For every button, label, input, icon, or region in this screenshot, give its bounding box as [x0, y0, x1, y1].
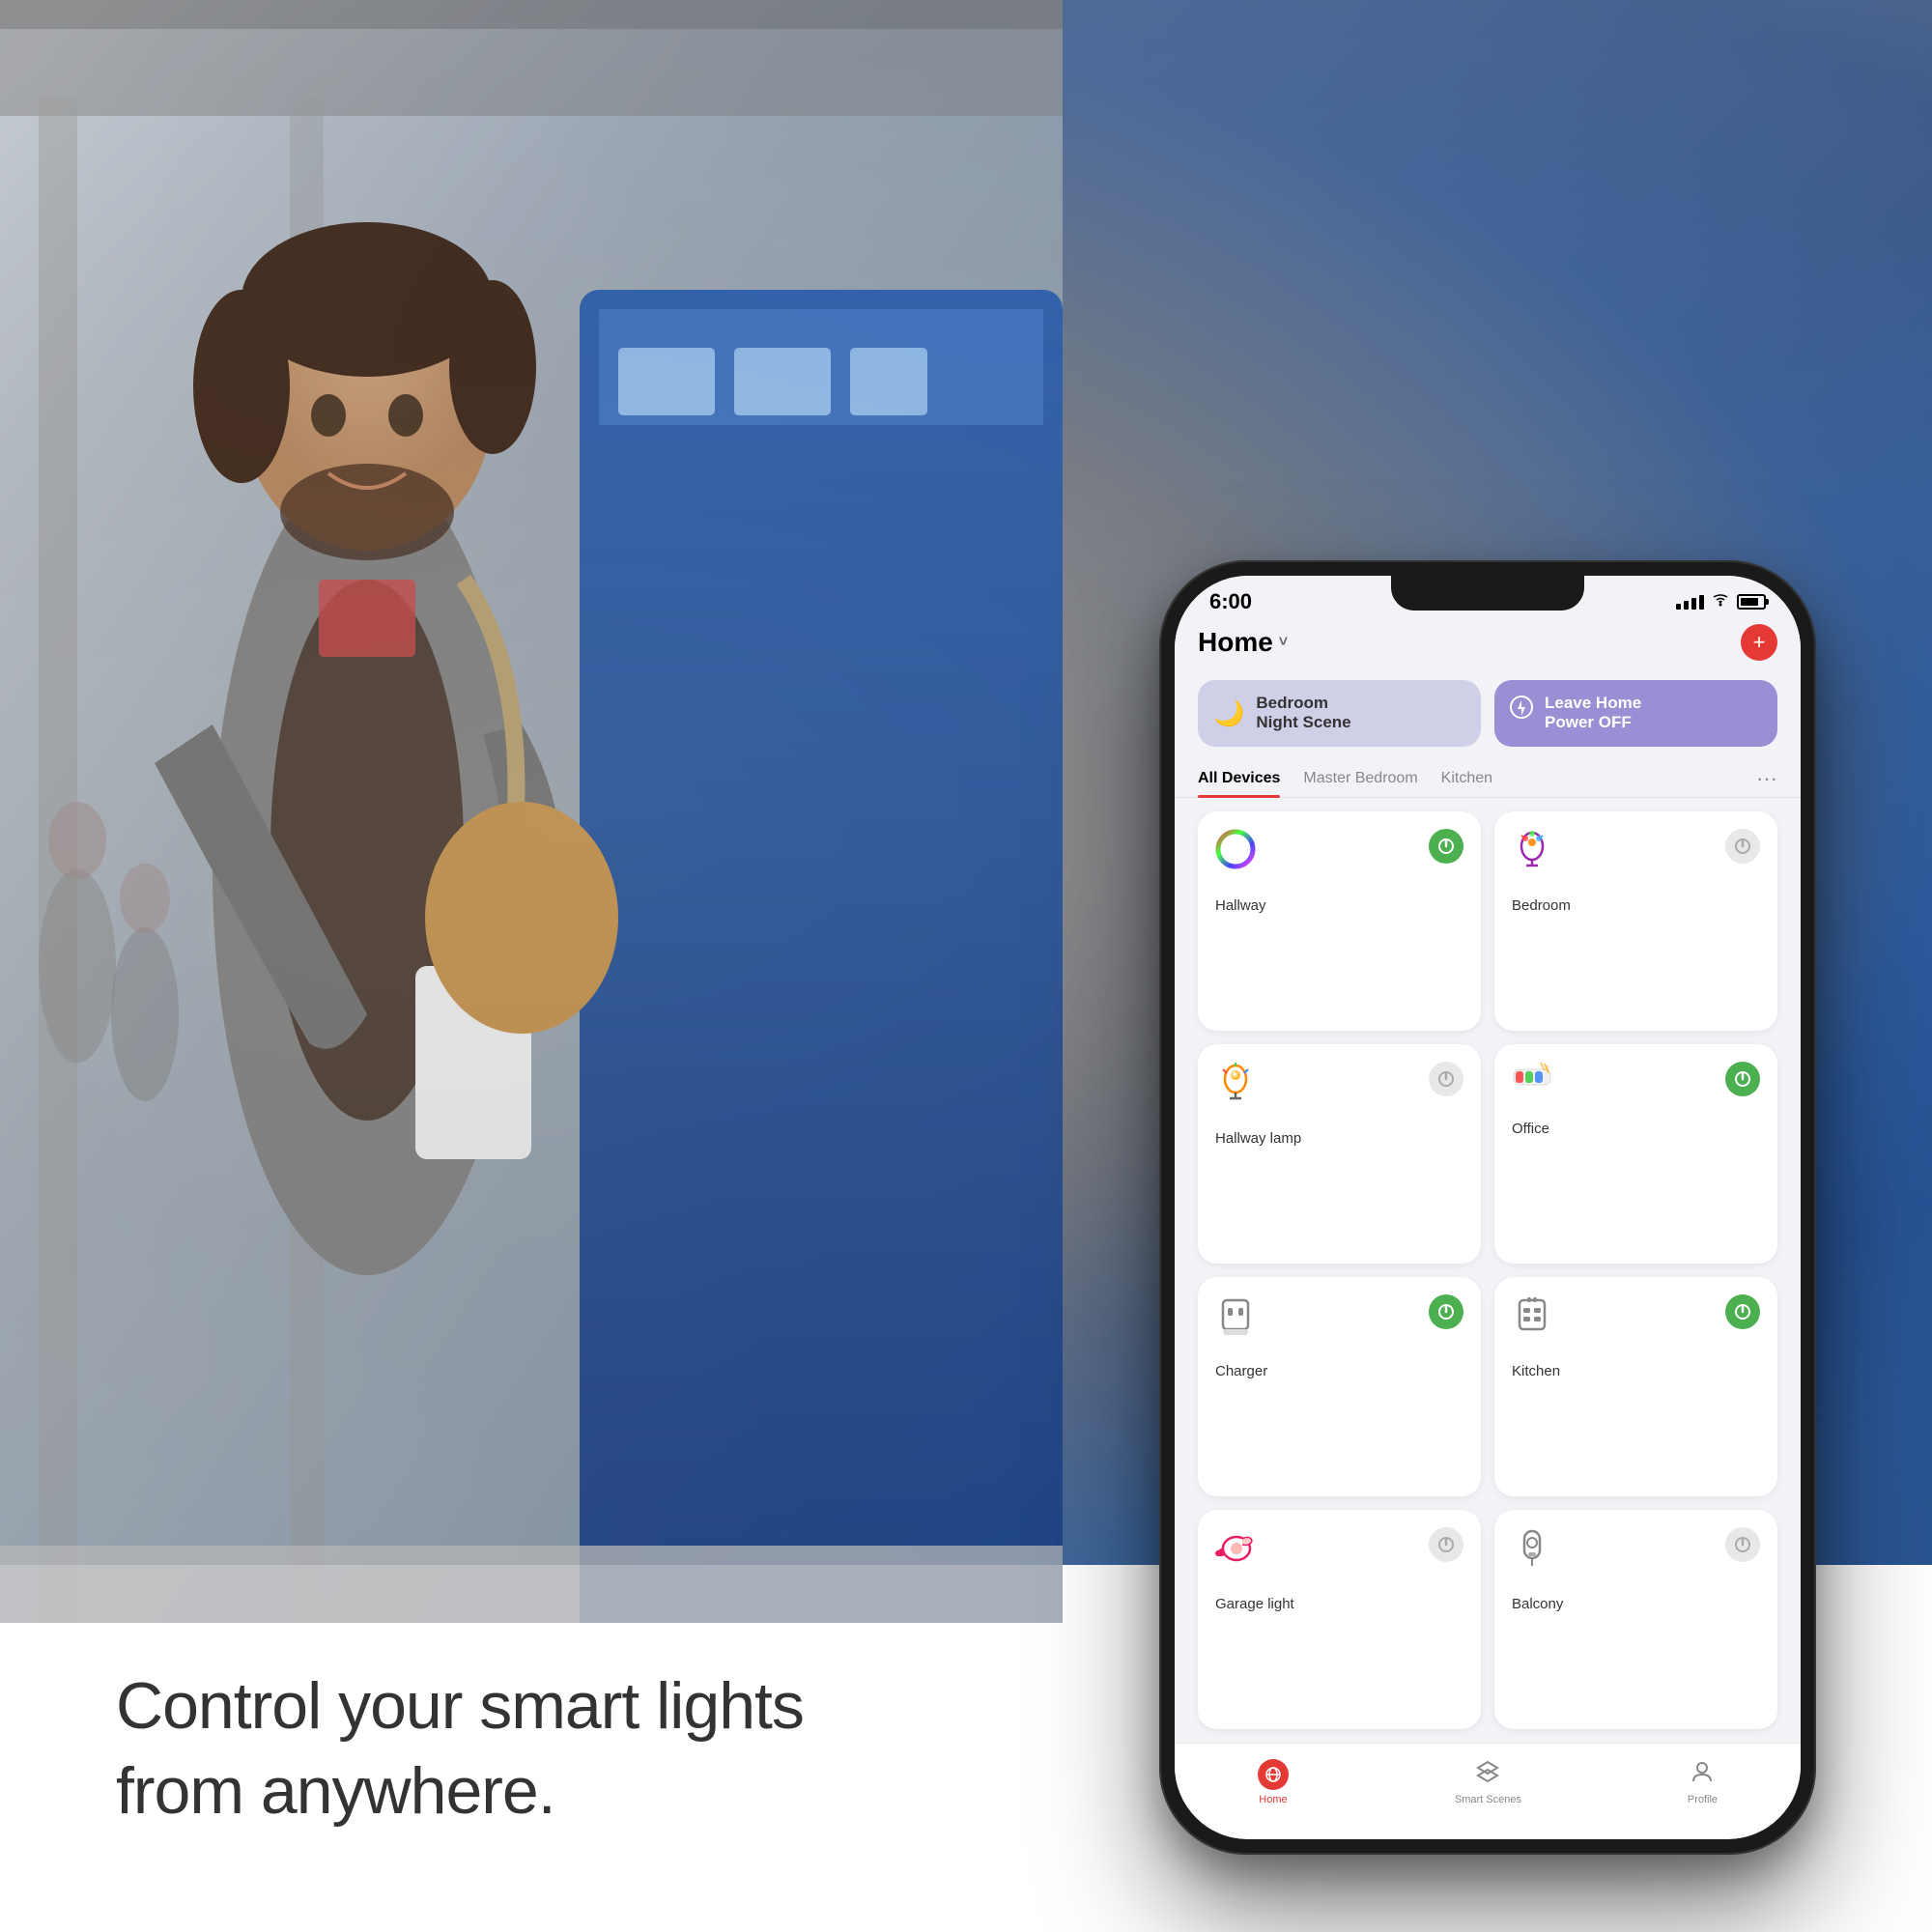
tab-master-bedroom[interactable]: Master Bedroom: [1303, 760, 1417, 797]
tab-kitchen[interactable]: Kitchen: [1441, 760, 1492, 797]
device-card-office[interactable]: Office: [1494, 1044, 1777, 1264]
tabs-bar: All Devices Master Bedroom Kitchen ···: [1175, 760, 1801, 798]
bedroom-power-btn[interactable]: [1725, 829, 1760, 864]
hallway-name: Hallway: [1215, 897, 1463, 914]
globe-home-icon: [1258, 1759, 1289, 1790]
tagline-line2: from anywhere.: [116, 1754, 555, 1828]
bedroom-night-scene-button[interactable]: 🌙 BedroomNight Scene: [1198, 680, 1481, 747]
nav-profile-label: Profile: [1688, 1794, 1718, 1805]
garage-light-power-btn[interactable]: [1429, 1527, 1463, 1562]
layers-icon: [1475, 1759, 1500, 1790]
tabs-more-icon[interactable]: ···: [1756, 766, 1777, 791]
app-content: Home ˅ + 🌙 BedroomNight Scene: [1175, 614, 1801, 1830]
hallway-lamp-power-btn[interactable]: [1429, 1062, 1463, 1096]
scene-buttons-row: 🌙 BedroomNight Scene Leave HomePower OFF: [1175, 670, 1801, 760]
nav-home-label: Home: [1259, 1794, 1287, 1805]
office-power-btn[interactable]: [1725, 1062, 1760, 1096]
phone-notch: [1391, 576, 1584, 611]
person-icon: [1690, 1759, 1715, 1790]
main-container: Control your smart lights from anywhere.…: [0, 0, 1932, 1932]
wifi-icon: [1712, 593, 1729, 611]
charger-power-btn[interactable]: [1429, 1294, 1463, 1329]
lightning-icon: [1510, 696, 1533, 731]
signal-bar-2: [1684, 601, 1689, 610]
status-icons: [1676, 593, 1766, 611]
tagline-text: Control your smart lights from anywhere.: [116, 1663, 804, 1834]
nav-profile[interactable]: Profile: [1688, 1759, 1718, 1805]
device-card-balcony[interactable]: Balcony: [1494, 1510, 1777, 1729]
signal-bar-3: [1691, 598, 1696, 610]
hallway-power-btn[interactable]: [1429, 829, 1463, 864]
garage-light-name: Garage light: [1215, 1596, 1463, 1612]
device-grid: Hallway: [1175, 798, 1801, 1743]
office-name: Office: [1512, 1121, 1760, 1137]
nav-smart-scenes[interactable]: Smart Scenes: [1455, 1759, 1521, 1805]
device-card-garage-light[interactable]: Garage light: [1198, 1510, 1481, 1729]
home-title-text: Home: [1198, 627, 1273, 658]
charger-name: Charger: [1215, 1363, 1463, 1379]
kitchen-name: Kitchen: [1512, 1363, 1760, 1379]
signal-bar-1: [1676, 604, 1681, 610]
leave-home-power-off-button[interactable]: Leave HomePower OFF: [1494, 680, 1777, 747]
charger-icon: [1215, 1294, 1256, 1340]
phone-mockup: 6:00: [1159, 560, 1816, 1855]
bedroom-icon: [1512, 829, 1552, 874]
device-card-hallway-lamp[interactable]: Hallway lamp: [1198, 1044, 1481, 1264]
home-title: Home ˅: [1198, 627, 1288, 658]
tab-all-devices[interactable]: All Devices: [1198, 760, 1280, 797]
signal-bar-4: [1699, 595, 1704, 610]
balcony-icon: [1512, 1527, 1552, 1573]
balcony-power-btn[interactable]: [1725, 1527, 1760, 1562]
bottom-navigation: Home Smart Scenes: [1175, 1743, 1801, 1830]
leave-home-label: Leave HomePower OFF: [1545, 694, 1641, 733]
hallway-icon: [1215, 829, 1256, 874]
add-button[interactable]: +: [1741, 624, 1777, 661]
phone-outer-shell: 6:00: [1159, 560, 1816, 1855]
tagline-line1: Control your smart lights: [116, 1669, 804, 1743]
kitchen-power-btn[interactable]: [1725, 1294, 1760, 1329]
balcony-name: Balcony: [1512, 1596, 1760, 1612]
device-card-hallway[interactable]: Hallway: [1198, 811, 1481, 1031]
office-icon: [1512, 1062, 1552, 1097]
nav-home[interactable]: Home: [1258, 1759, 1289, 1805]
bedroom-night-label: BedroomNight Scene: [1256, 694, 1350, 733]
garage-light-icon: [1215, 1527, 1256, 1573]
device-card-charger[interactable]: Charger: [1198, 1277, 1481, 1496]
signal-bars-icon: [1676, 595, 1704, 610]
nav-smart-scenes-label: Smart Scenes: [1455, 1794, 1521, 1805]
kitchen-icon: [1512, 1294, 1552, 1340]
moon-icon: 🌙: [1213, 698, 1244, 728]
phone-screen: 6:00: [1175, 576, 1801, 1839]
bedroom-name: Bedroom: [1512, 897, 1760, 914]
device-card-kitchen[interactable]: Kitchen: [1494, 1277, 1777, 1496]
chevron-down-icon[interactable]: ˅: [1279, 634, 1288, 651]
status-time: 6:00: [1209, 589, 1252, 614]
hallway-lamp-name: Hallway lamp: [1215, 1130, 1463, 1147]
battery-icon: [1737, 594, 1766, 610]
hallway-lamp-icon: [1215, 1062, 1256, 1107]
app-header: Home ˅ +: [1175, 614, 1801, 670]
device-card-bedroom[interactable]: Bedroom: [1494, 811, 1777, 1031]
